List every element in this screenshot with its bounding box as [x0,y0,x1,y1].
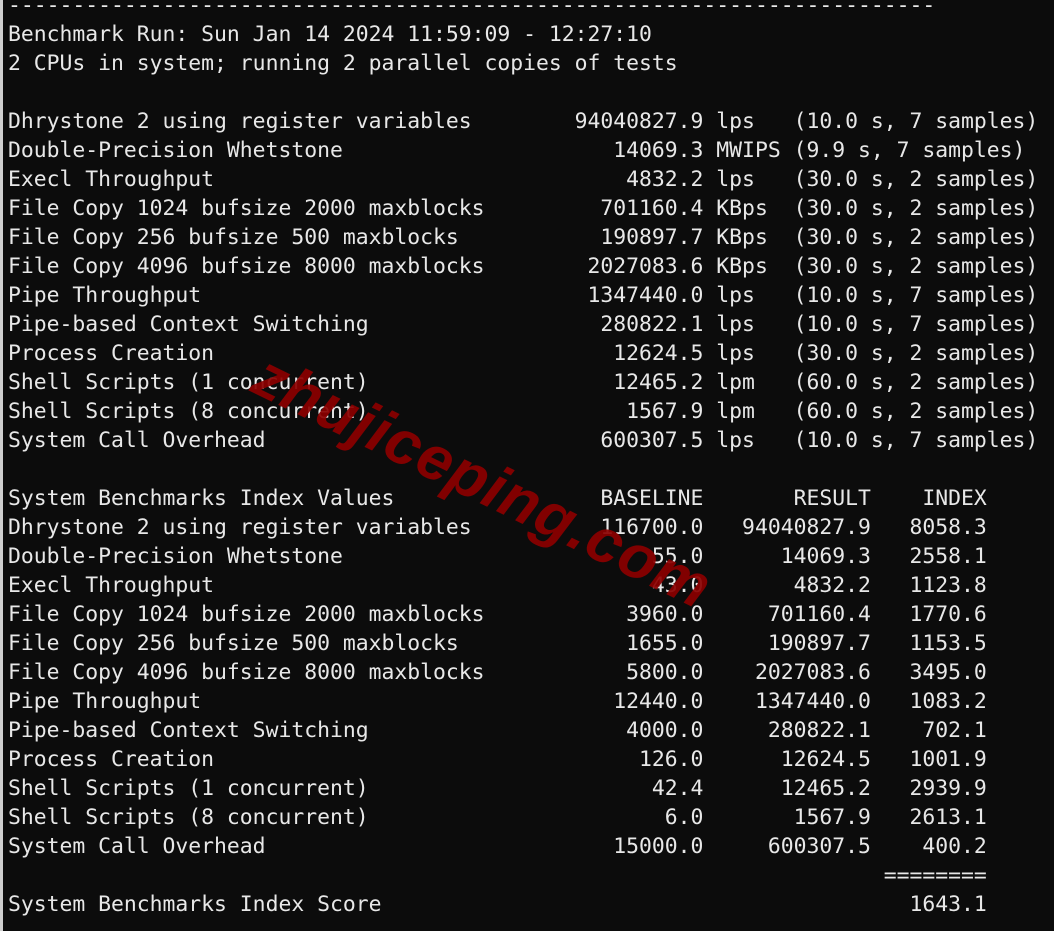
result-row: Pipe-based Context Switching 280822.1 lp… [8,312,1039,337]
index-table-row: Pipe-based Context Switching 4000.0 2808… [8,718,987,743]
index-rule-line: ======== [8,863,987,888]
terminal-output: ----------------------------------------… [8,0,1038,919]
result-row: Double-Precision Whetstone 14069.3 MWIPS… [8,138,1026,163]
result-row: Process Creation 12624.5 lps (30.0 s, 2 … [8,341,1039,366]
result-row: File Copy 4096 bufsize 8000 maxblocks 20… [8,254,1039,279]
result-row: Execl Throughput 4832.2 lps (30.0 s, 2 s… [8,167,1039,192]
index-table-row: Dhrystone 2 using register variables 116… [8,515,987,540]
index-score-line: System Benchmarks Index Score 1643.1 [8,892,987,917]
index-table-row: File Copy 256 bufsize 500 maxblocks 1655… [8,631,987,656]
result-row: Dhrystone 2 using register variables 940… [8,109,1039,134]
result-row: Pipe Throughput 1347440.0 lps (10.0 s, 7… [8,283,1039,308]
result-row: Shell Scripts (8 concurrent) 1567.9 lpm … [8,399,1039,424]
terminal-window: ----------------------------------------… [0,0,1054,931]
result-row: File Copy 256 bufsize 500 maxblocks 1908… [8,225,1039,250]
result-row: System Call Overhead 600307.5 lps (10.0 … [8,428,1039,453]
index-table-row: Shell Scripts (8 concurrent) 6.0 1567.9 … [8,805,987,830]
cpu-info-line: 2 CPUs in system; running 2 parallel cop… [8,51,678,76]
index-table-row: File Copy 1024 bufsize 2000 maxblocks 39… [8,602,987,627]
result-row: Shell Scripts (1 concurrent) 12465.2 lpm… [8,370,1039,395]
index-table-row: Execl Throughput 43.0 4832.2 1123.8 [8,573,987,598]
index-table-header: System Benchmarks Index Values BASELINE … [8,486,987,511]
index-table-row: Double-Precision Whetstone 55.0 14069.3 … [8,544,987,569]
index-table-row: Process Creation 126.0 12624.5 1001.9 [8,747,987,772]
separator-line: ----------------------------------------… [8,0,936,18]
result-row: File Copy 1024 bufsize 2000 maxblocks 70… [8,196,1039,221]
index-table-row: Pipe Throughput 12440.0 1347440.0 1083.2 [8,689,987,714]
index-table-row: Shell Scripts (1 concurrent) 42.4 12465.… [8,776,987,801]
benchmark-run-line: Benchmark Run: Sun Jan 14 2024 11:59:09 … [8,22,652,47]
index-table-row: System Call Overhead 15000.0 600307.5 40… [8,834,987,859]
index-table-row: File Copy 4096 bufsize 8000 maxblocks 58… [8,660,987,685]
